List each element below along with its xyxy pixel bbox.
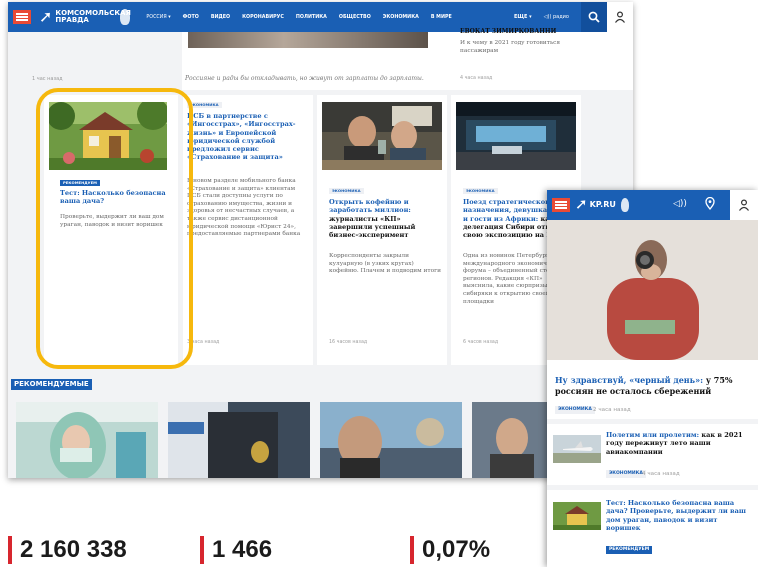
hero-image[interactable] <box>547 220 758 360</box>
logo-flame-icon <box>120 9 131 25</box>
slide: ➚ КОМСОМОЛЬСКАЯ ПРАВДА РОССИЯ ▾ ФОТО ВИД… <box>0 0 758 567</box>
news-time: 1 час назад <box>32 76 63 82</box>
logo-arrow-icon: ➚ <box>39 7 53 26</box>
news-desc: Корреспонденты закрыли кулуарную (в узки… <box>329 253 441 275</box>
news-time: 6 часов назад <box>463 340 499 345</box>
news-time: 4 часа назад <box>642 471 680 477</box>
nav-item-coronavirus[interactable]: КОРОНАВИРУС <box>242 15 284 20</box>
thumb-plane[interactable] <box>553 435 601 463</box>
news-image <box>188 32 428 48</box>
logo-flame-icon <box>620 197 629 212</box>
recommended-image-4[interactable] <box>472 402 552 478</box>
category-tag[interactable]: РЕКОМЕНДУЕМ <box>606 546 653 554</box>
user-button[interactable] <box>730 190 758 220</box>
news-image-expo <box>456 102 576 170</box>
site-logo[interactable]: ➚ КОМСОМОЛЬСКАЯ ПРАВДА <box>39 7 131 26</box>
nav-item-economy[interactable]: ЭКОНОМИКА <box>383 15 419 20</box>
more-menu[interactable]: ЕЩЕ ▾ <box>514 14 532 20</box>
headline[interactable]: Ну здравствуй, «черный день»: у 75% росс… <box>555 375 753 396</box>
stat-value: 0,07% <box>422 536 491 563</box>
nav-item-politics[interactable]: ПОЛИТИКА <box>296 15 327 20</box>
user-icon <box>615 11 625 23</box>
news-card-psb[interactable]: ЭКОНОМИКА ПСБ в партнерстве с «Ингосстра… <box>183 95 313 365</box>
region-selector[interactable]: РОССИЯ ▾ <box>146 15 170 20</box>
main-nav: РОССИЯ ▾ ФОТО ВИДЕО КОРОНАВИРУС ПОЛИТИКА… <box>146 15 451 20</box>
news-title: ЕВОКАТ ЗИМИРКОВАННИ <box>460 28 557 35</box>
radio-icon[interactable]: ◁)) <box>673 199 687 209</box>
category-tag[interactable]: ЭКОНОМИКА <box>329 188 364 194</box>
recommended-image-police[interactable] <box>168 402 310 478</box>
user-button[interactable] <box>607 2 633 32</box>
nav-item-photo[interactable]: ФОТО <box>183 15 199 20</box>
site-logo[interactable]: ➚ KP.RU <box>575 197 629 212</box>
news-time: 16 часов назад <box>329 340 368 345</box>
news-desc: В новом разделе мобильного банка «Страхо… <box>187 178 301 238</box>
logo-line2: ПРАВДА <box>55 16 89 24</box>
logo-arrow-icon: ➚ <box>575 195 588 213</box>
news-time: 2 часа назад <box>593 407 631 413</box>
nav-item-society[interactable]: ОБЩЕСТВО <box>339 15 371 20</box>
nav-item-video[interactable]: ВИДЕО <box>211 15 230 20</box>
recommended-image-portrait[interactable] <box>320 402 462 478</box>
news-time: 4 часа назад <box>460 76 493 81</box>
thumb-dacha[interactable] <box>553 502 601 530</box>
category-tag[interactable]: ЭКОНОМИКА <box>606 470 646 478</box>
recommended-section: РЕКОМЕНДУЕМЫЕ <box>8 375 633 478</box>
image-caption: Россияне и рады бы откладывать, но живут… <box>185 75 424 82</box>
search-button[interactable] <box>581 2 607 32</box>
radio-button[interactable]: ◁)) радио <box>544 14 569 20</box>
mobile-header: ➚ KP.RU ◁)) <box>547 190 758 220</box>
stat-1: 2 160 338 <box>8 536 127 567</box>
mobile-screenshot: ➚ KP.RU ◁)) Ну здравствуй, «черный день»… <box>547 190 758 567</box>
category-tag[interactable]: ЭКОНОМИКА <box>463 188 498 194</box>
desktop-screenshot: ➚ КОМСОМОЛЬСКАЯ ПРАВДА РОССИЯ ▾ ФОТО ВИД… <box>8 2 633 478</box>
menu-icon[interactable] <box>552 198 570 212</box>
news-card-prev[interactable]: Россияне и рады бы откладывать, но живут… <box>182 32 452 90</box>
news-title[interactable]: Открыть кофейню и заработать миллион: жу… <box>329 198 443 239</box>
section-title[interactable]: РЕКОМЕНДУЕМЫЕ <box>11 379 92 390</box>
category-tag[interactable]: ЭКОНОМИКА <box>555 406 595 414</box>
location-icon[interactable] <box>705 196 715 213</box>
stat-value: 2 160 338 <box>20 536 127 563</box>
news-title[interactable]: Тест: Насколько безопасна ваша дача? Про… <box>606 499 754 533</box>
previous-row: 1 час назад Россияне и рады бы откладыва… <box>8 28 633 90</box>
news-image-coffee <box>322 102 442 170</box>
user-icon <box>739 199 749 211</box>
search-icon <box>588 11 600 23</box>
highlight-frame <box>36 88 193 369</box>
news-title[interactable]: Полетим или пролетим: как в 2021 году пе… <box>606 431 754 456</box>
stat-value: 1 466 <box>212 536 273 563</box>
news-card-prev-right[interactable]: ЕВОКАТ ЗИМИРКОВАННИ И к чему в 2021 году… <box>452 28 633 90</box>
logo-text: KP.RU <box>589 200 616 209</box>
menu-icon[interactable] <box>13 10 31 24</box>
stat-3: 0,07% <box>410 536 490 567</box>
nav-item-world[interactable]: В МИРЕ <box>431 15 452 20</box>
stat-2: 1 466 <box>200 536 272 567</box>
news-desc: И к чему в 2021 году готовиться пассажир… <box>460 40 561 54</box>
news-card-coffee[interactable]: ЭКОНОМИКА Открыть кофейню и заработать м… <box>317 95 447 365</box>
news-title[interactable]: ПСБ в партнерстве с «Ингосстрах», «Ингос… <box>187 112 309 162</box>
recommended-image-doctor[interactable] <box>16 402 158 478</box>
